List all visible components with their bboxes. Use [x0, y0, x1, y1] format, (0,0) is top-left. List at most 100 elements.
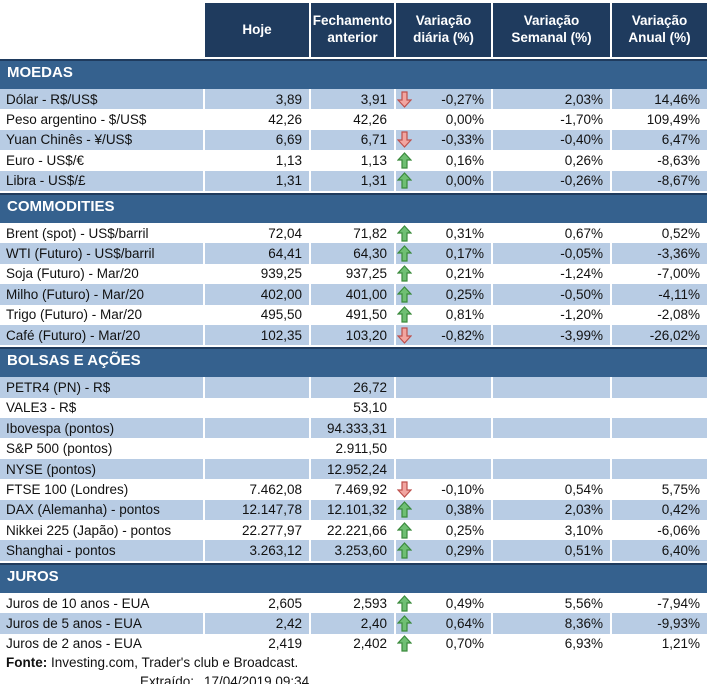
table-row: Nikkei 225 (Japão) - pontos 22.277,97 22… — [0, 520, 707, 540]
cell-variacao-diaria — [394, 438, 491, 458]
cell-variacao-diaria-value: 0,21% — [446, 266, 484, 281]
cell-variacao-semanal: 0,51% — [491, 540, 610, 560]
cell-variacao-anual: -3,36% — [610, 243, 707, 263]
header-cell-hoje: Hoje — [203, 3, 309, 57]
cell-variacao-semanal — [491, 398, 610, 418]
cell-fechamento: 1,31 — [309, 171, 394, 191]
source-label: Fonte: — [6, 655, 47, 670]
table-footer: Fonte: Investing.com, Trader's club e Br… — [0, 655, 707, 684]
extracted-line: Extraído: 17/04/2019 09:34 — [0, 674, 707, 684]
cell-variacao-semanal — [491, 459, 610, 479]
cell-variacao-anual: -7,00% — [610, 264, 707, 284]
arrow-up-icon — [397, 542, 412, 559]
table-row: NYSE (pontos) 12.952,24 — [0, 459, 707, 479]
cell-variacao-semanal: 3,10% — [491, 520, 610, 540]
extracted-label: Extraído: — [140, 674, 194, 684]
cell-variacao-diaria: 0,25% — [394, 520, 491, 540]
cell-fechamento: 64,30 — [309, 243, 394, 263]
table-row: Juros de 2 anos - EUA 2,419 2,402 0,70% … — [0, 634, 707, 654]
cell-hoje: 3.263,12 — [203, 540, 309, 560]
cell-fechamento: 6,71 — [309, 130, 394, 150]
cell-fechamento: 2,40 — [309, 613, 394, 633]
cell-variacao-diaria: 0,49% — [394, 593, 491, 613]
table-row: Juros de 10 anos - EUA 2,605 2,593 0,49%… — [0, 593, 707, 613]
cell-hoje: 22.277,97 — [203, 520, 309, 540]
cell-variacao-anual — [610, 377, 707, 397]
cell-hoje: 1,31 — [203, 171, 309, 191]
cell-fechamento: 12.101,32 — [309, 500, 394, 520]
row-label: Juros de 5 anos - EUA — [0, 613, 203, 633]
cell-hoje: 102,35 — [203, 325, 309, 345]
table-body: MOEDAS Dólar - R$/US$ 3,89 3,91 -0,27% 2… — [0, 59, 707, 654]
cell-variacao-semanal: 0,54% — [491, 479, 610, 499]
cell-hoje — [203, 418, 309, 438]
arrow-up-icon — [397, 225, 412, 242]
row-label: Nikkei 225 (Japão) - pontos — [0, 520, 203, 540]
cell-variacao-diaria — [394, 459, 491, 479]
section-title: MOEDAS — [0, 59, 707, 89]
cell-variacao-anual: -2,08% — [610, 305, 707, 325]
table-row: Libra - US$/£ 1,31 1,31 0,00% -0,26% -8,… — [0, 171, 707, 191]
row-label: Ibovespa (pontos) — [0, 418, 203, 438]
section: MOEDAS Dólar - R$/US$ 3,89 3,91 -0,27% 2… — [0, 59, 707, 191]
row-label: Libra - US$/£ — [0, 171, 203, 191]
arrow-up-icon — [397, 615, 412, 632]
cell-hoje: 939,25 — [203, 264, 309, 284]
table-row: Ibovespa (pontos) 94.333,31 — [0, 418, 707, 438]
cell-variacao-diaria-value: 0,25% — [446, 287, 484, 302]
row-label: Juros de 2 anos - EUA — [0, 634, 203, 654]
cell-fechamento: 42,26 — [309, 109, 394, 129]
extracted-value: 17/04/2019 09:34 — [204, 674, 309, 684]
cell-fechamento: 3,91 — [309, 89, 394, 109]
cell-variacao-diaria-value: 0,16% — [446, 153, 484, 168]
cell-hoje: 402,00 — [203, 284, 309, 304]
cell-fechamento: 1,13 — [309, 150, 394, 170]
cell-variacao-diaria-value: 0,49% — [446, 596, 484, 611]
table-row: Brent (spot) - US$/barril 72,04 71,82 0,… — [0, 223, 707, 243]
cell-variacao-anual: 0,52% — [610, 223, 707, 243]
cell-variacao-anual — [610, 398, 707, 418]
arrow-down-icon — [397, 131, 412, 148]
cell-variacao-diaria: 0,00% — [394, 109, 491, 129]
cell-variacao-semanal: -0,40% — [491, 130, 610, 150]
cell-variacao-diaria: 0,16% — [394, 150, 491, 170]
row-label: Milho (Futuro) - Mar/20 — [0, 284, 203, 304]
row-label: NYSE (pontos) — [0, 459, 203, 479]
table-row: FTSE 100 (Londres) 7.462,08 7.469,92 -0,… — [0, 479, 707, 499]
table-row: Yuan Chinês - ¥/US$ 6,69 6,71 -0,33% -0,… — [0, 130, 707, 150]
cell-variacao-diaria: -0,82% — [394, 325, 491, 345]
cell-variacao-diaria-value: 0,64% — [446, 616, 484, 631]
cell-hoje: 3,89 — [203, 89, 309, 109]
arrow-up-icon — [397, 152, 412, 169]
source-text: Investing.com, Trader's club e Broadcast… — [47, 655, 298, 670]
table-row: WTI (Futuro) - US$/barril 64,41 64,30 0,… — [0, 243, 707, 263]
cell-variacao-semanal — [491, 438, 610, 458]
cell-variacao-anual: -7,94% — [610, 593, 707, 613]
cell-variacao-diaria: 0,38% — [394, 500, 491, 520]
arrow-up-icon — [397, 522, 412, 539]
arrow-down-icon — [397, 91, 412, 108]
cell-hoje: 2,42 — [203, 613, 309, 633]
cell-variacao-semanal: 0,67% — [491, 223, 610, 243]
cell-fechamento: 401,00 — [309, 284, 394, 304]
cell-hoje: 12.147,78 — [203, 500, 309, 520]
cell-variacao-diaria-value: -0,10% — [441, 482, 484, 497]
cell-hoje — [203, 398, 309, 418]
table-row: S&P 500 (pontos) 2.911,50 — [0, 438, 707, 458]
row-label: Dólar - R$/US$ — [0, 89, 203, 109]
cell-hoje: 64,41 — [203, 243, 309, 263]
cell-fechamento: 7.469,92 — [309, 479, 394, 499]
section-title: BOLSAS E AÇÕES — [0, 347, 707, 377]
cell-variacao-semanal — [491, 377, 610, 397]
row-label: S&P 500 (pontos) — [0, 438, 203, 458]
row-label: Brent (spot) - US$/barril — [0, 223, 203, 243]
cell-variacao-semanal: -1,70% — [491, 109, 610, 129]
row-label: PETR4 (PN) - R$ — [0, 377, 203, 397]
table-row: Euro - US$/€ 1,13 1,13 0,16% 0,26% -8,63… — [0, 150, 707, 170]
cell-variacao-anual — [610, 438, 707, 458]
cell-fechamento: 103,20 — [309, 325, 394, 345]
cell-hoje: 2,605 — [203, 593, 309, 613]
arrow-up-icon — [397, 595, 412, 612]
cell-variacao-diaria: 0,17% — [394, 243, 491, 263]
cell-variacao-diaria-value: -0,33% — [441, 132, 484, 147]
